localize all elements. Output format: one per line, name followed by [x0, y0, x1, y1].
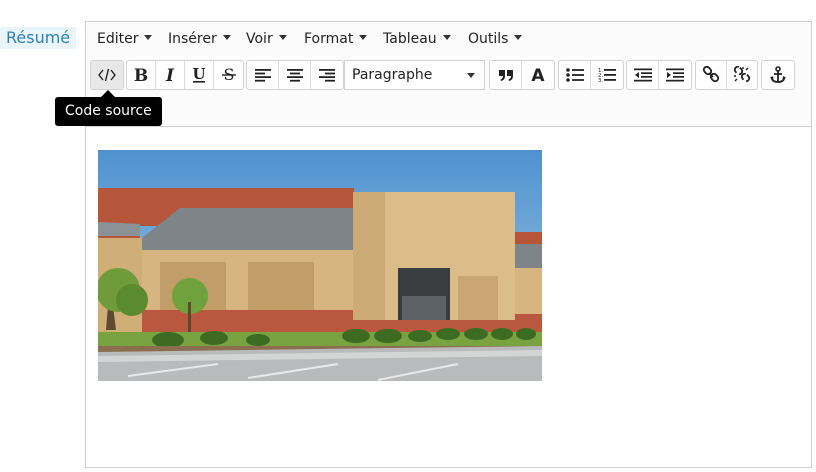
menu-voir-label: Voir [246, 31, 273, 47]
menu-format[interactable]: Format [302, 22, 369, 56]
group-links [695, 60, 758, 90]
align-right-icon [319, 69, 335, 82]
underline-button[interactable]: U [185, 61, 214, 89]
numbered-list-icon: 1.2.3. [598, 68, 616, 83]
caret-down-icon [222, 34, 231, 40]
anchor-icon [770, 66, 786, 83]
menu-editer[interactable]: Editer [95, 22, 154, 56]
caret-down-icon [278, 34, 287, 40]
svg-text:3.: 3. [598, 78, 603, 83]
menu-voir[interactable]: Voir [244, 22, 289, 56]
text-color-button[interactable]: AA [522, 61, 554, 89]
bullet-list-icon [565, 68, 584, 82]
group-quote-color: AA [489, 60, 555, 90]
menu-inserer-label: Insérer [168, 31, 217, 47]
editor-toolbar: B I U S Paragraphe A A 1. 2. 3. [86, 56, 811, 127]
menu-tableau[interactable]: Tableau [381, 22, 453, 56]
indent-icon [666, 68, 684, 82]
caret-down-icon [144, 34, 153, 40]
group-anchor [761, 60, 795, 90]
align-center-button[interactable] [279, 61, 311, 89]
remove-link-button[interactable] [727, 61, 757, 89]
strikethrough-icon: S [221, 66, 236, 84]
tooltip-code-source: Code source [55, 97, 162, 126]
outdent-icon [633, 68, 652, 82]
svg-text:A: A [531, 66, 545, 84]
text-color-icon: AA [530, 66, 547, 84]
link-icon [702, 66, 719, 83]
menu-inserer[interactable]: Insérer [166, 22, 233, 56]
caret-down-icon [359, 34, 368, 40]
italic-icon: I [165, 67, 175, 83]
svg-text:I: I [165, 67, 175, 83]
group-indent [626, 60, 692, 90]
anchor-button[interactable] [762, 61, 794, 89]
group-text-style: B I U S [126, 60, 244, 90]
bold-button[interactable]: B [127, 61, 156, 89]
menu-tableau-label: Tableau [383, 31, 437, 47]
svg-text:U: U [192, 66, 205, 83]
field-label-resume: Résumé [0, 27, 77, 49]
code-icon [98, 68, 116, 82]
insert-link-button[interactable] [696, 61, 727, 89]
menu-outils[interactable]: Outils [466, 22, 524, 56]
menu-format-label: Format [304, 31, 354, 47]
building-photo[interactable] [98, 150, 542, 381]
source-code-button[interactable] [91, 61, 123, 89]
blockquote-button[interactable] [490, 61, 522, 89]
bold-icon: B [134, 67, 148, 83]
caret-down-icon [442, 34, 451, 40]
caret-down-icon [467, 73, 475, 78]
underline-icon: U [192, 66, 205, 83]
align-left-button[interactable] [247, 61, 279, 89]
group-lists: 1. 2. 3. [558, 60, 624, 90]
unlink-icon [733, 66, 750, 83]
menu-editer-label: Editer [97, 31, 139, 47]
editor-menubar: Editer Insérer Voir Format Tableau Outil… [86, 22, 811, 56]
group-code [90, 60, 124, 90]
rich-text-editor: Editer Insérer Voir Format Tableau Outil… [85, 21, 812, 468]
strikethrough-button[interactable]: S [214, 61, 243, 89]
format-select[interactable]: Paragraphe [344, 60, 485, 90]
format-select-value: Paragraphe [352, 67, 433, 83]
italic-button[interactable]: I [156, 61, 185, 89]
indent-button[interactable] [659, 61, 691, 89]
bullet-list-button[interactable] [559, 61, 591, 89]
align-right-button[interactable] [311, 61, 343, 89]
align-center-icon [286, 69, 303, 82]
menu-outils-label: Outils [468, 31, 509, 47]
quote-icon [498, 70, 513, 81]
svg-text:B: B [134, 67, 148, 83]
caret-down-icon [514, 34, 523, 40]
group-alignment [246, 60, 344, 90]
align-left-icon [254, 69, 271, 82]
tooltip-arrow [101, 90, 115, 97]
numbered-list-button[interactable]: 1. 2. 3. [591, 61, 623, 89]
outdent-button[interactable] [627, 61, 659, 89]
